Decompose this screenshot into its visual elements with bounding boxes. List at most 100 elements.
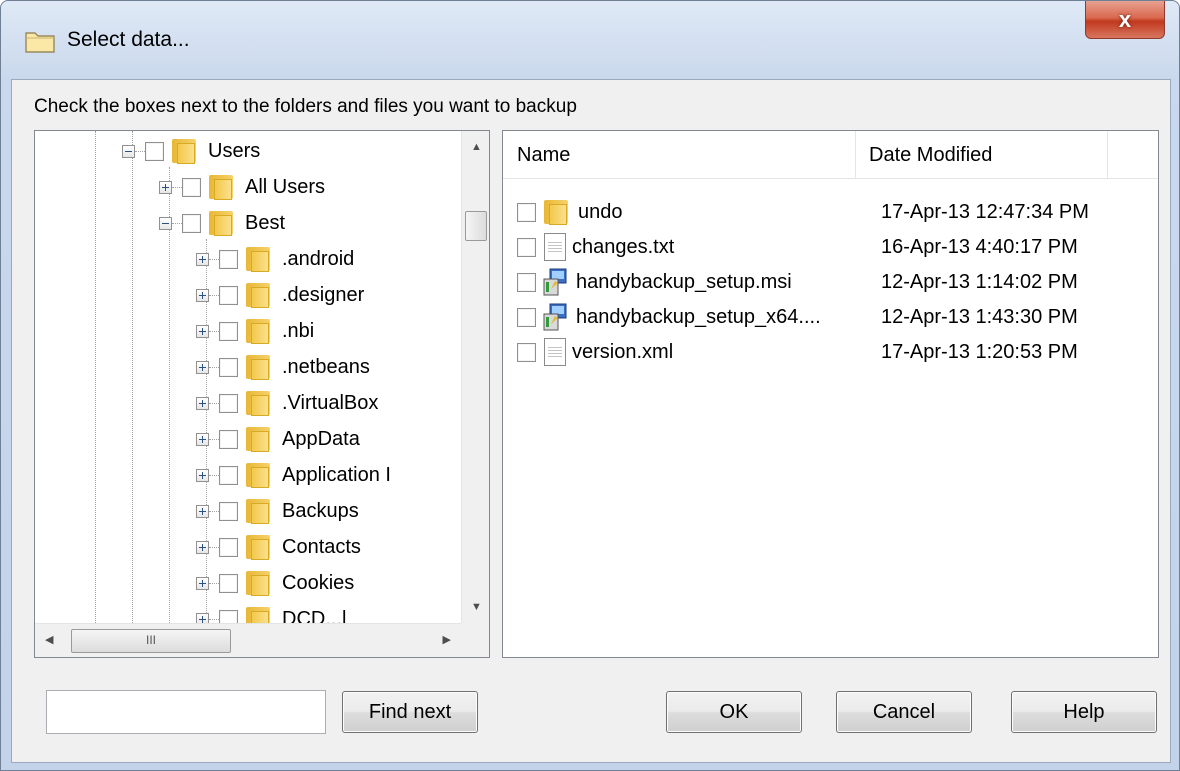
tree-connector: [209, 474, 219, 476]
file-checkbox[interactable]: [517, 202, 536, 222]
file-row[interactable]: undo 17-Apr-13 12:47:34 PM: [517, 195, 1147, 229]
tree-item[interactable]: Cookies: [196, 565, 354, 601]
collapse-icon[interactable]: [122, 144, 135, 158]
column-header-name-label: Name: [517, 143, 571, 166]
tree-item-label: DCD...l: [282, 607, 347, 624]
tree-item-label: .VirtualBox: [282, 391, 379, 414]
tree-item[interactable]: Application I: [196, 457, 391, 493]
tree-item[interactable]: .netbeans: [196, 349, 370, 385]
expand-icon[interactable]: [196, 504, 209, 518]
tree-item-checkbox[interactable]: [219, 321, 238, 341]
file-list[interactable]: Name Date Modified undo 17-Apr-13 12:47:3…: [502, 130, 1159, 658]
tree-item-checkbox[interactable]: [219, 501, 238, 521]
folder-icon: [207, 209, 237, 237]
tree-item-label: AppData: [282, 427, 360, 450]
tree-item-checkbox[interactable]: [182, 177, 201, 197]
folder-icon: [207, 173, 237, 201]
tree-item-checkbox[interactable]: [219, 357, 238, 377]
tree-item-checkbox[interactable]: [219, 393, 238, 413]
tree-item[interactable]: .android: [196, 241, 354, 277]
expand-icon[interactable]: [196, 252, 209, 266]
cancel-label: Cancel: [872, 700, 936, 723]
instruction-text: Check the boxes next to the folders and …: [34, 96, 577, 117]
file-checkbox[interactable]: [517, 272, 536, 292]
folder-icon: [244, 461, 274, 489]
tree-item[interactable]: Backups: [196, 493, 359, 529]
tree-item[interactable]: Best: [159, 205, 285, 241]
tree-horizontal-scrollbar[interactable]: ◀ III ▶: [35, 623, 461, 657]
file-checkbox[interactable]: [517, 342, 536, 362]
expand-icon[interactable]: [196, 612, 209, 623]
tree-connector: [209, 618, 219, 620]
tree-item-checkbox[interactable]: [219, 429, 238, 449]
help-label: Help: [1063, 700, 1105, 723]
expand-icon[interactable]: [196, 288, 209, 302]
title-bar[interactable]: Select data... x: [1, 1, 1179, 81]
scroll-up-arrow-icon[interactable]: ▲: [471, 141, 482, 153]
tree-connector: [209, 366, 219, 368]
dialog-window: Select data... x Check the boxes next to…: [0, 0, 1180, 771]
tree-horizontal-scroll-thumb[interactable]: III: [71, 629, 231, 653]
column-header-name[interactable]: Name: [503, 131, 855, 179]
column-header-date-modified[interactable]: Date Modified: [855, 131, 1107, 179]
folder-tree[interactable]: Users All Users Best .android .designer .nbi.…: [34, 130, 490, 658]
help-button[interactable]: Help: [1011, 691, 1157, 733]
expand-icon[interactable]: [196, 324, 209, 338]
tree-item-checkbox[interactable]: [145, 141, 164, 161]
file-checkbox[interactable]: [517, 237, 536, 257]
folder-icon: [244, 389, 274, 417]
file-list-header: Name Date Modified: [503, 131, 1158, 179]
file-date-modified: 17-Apr-13 1:20:53 PM: [881, 340, 1078, 363]
folder-icon: [244, 281, 274, 309]
find-input[interactable]: [46, 690, 326, 734]
tree-item-checkbox[interactable]: [219, 285, 238, 305]
tree-vertical-scroll-thumb[interactable]: [465, 211, 487, 241]
file-row[interactable]: version.xml 17-Apr-13 1:20:53 PM: [517, 335, 1147, 369]
tree-item-checkbox[interactable]: [219, 537, 238, 557]
file-date-modified: 12-Apr-13 1:43:30 PM: [881, 305, 1078, 328]
file-row[interactable]: changes.txt 16-Apr-13 4:40:17 PM: [517, 230, 1147, 264]
file-row[interactable]: handybackup_setup.msi 12-Apr-13 1:14:02 P…: [517, 265, 1147, 299]
text-file-icon: [544, 233, 566, 261]
ok-button[interactable]: OK: [666, 691, 802, 733]
tree-item[interactable]: .VirtualBox: [196, 385, 378, 421]
tree-connector: [135, 150, 145, 152]
expand-icon[interactable]: [196, 576, 209, 590]
tree-item-checkbox[interactable]: [219, 609, 238, 623]
tree-item-checkbox[interactable]: [219, 465, 238, 485]
tree-item[interactable]: .designer: [196, 277, 364, 313]
tree-guide-line: [132, 131, 133, 623]
scroll-left-arrow-icon[interactable]: ◀: [45, 633, 53, 646]
file-name: handybackup_setup_x64....: [576, 305, 821, 328]
tree-item-checkbox[interactable]: [219, 249, 238, 269]
expand-icon[interactable]: [159, 180, 172, 194]
tree-item[interactable]: Users: [122, 133, 260, 169]
folder-icon: [244, 425, 274, 453]
tree-item[interactable]: AppData: [196, 421, 360, 457]
scroll-down-arrow-icon[interactable]: ▼: [471, 601, 482, 613]
cancel-button[interactable]: Cancel: [836, 691, 972, 733]
file-checkbox[interactable]: [517, 307, 536, 327]
expand-icon[interactable]: [196, 468, 209, 482]
expand-icon[interactable]: [196, 540, 209, 554]
column-divider[interactable]: [1107, 131, 1108, 179]
tree-item[interactable]: DCD...l: [196, 601, 346, 623]
expand-icon[interactable]: [196, 360, 209, 374]
folder-icon: [244, 245, 274, 273]
close-button[interactable]: x: [1085, 1, 1165, 39]
tree-item-label: Application I: [282, 463, 391, 486]
expand-icon[interactable]: [196, 432, 209, 446]
tree-item-label: Backups: [282, 499, 359, 522]
collapse-icon[interactable]: [159, 216, 172, 230]
file-row[interactable]: handybackup_setup_x64.... 12-Apr-13 1:43:…: [517, 300, 1147, 334]
tree-vertical-scrollbar[interactable]: ▲ ▼: [461, 131, 489, 623]
tree-item[interactable]: Contacts: [196, 529, 361, 565]
scroll-right-arrow-icon[interactable]: ▶: [443, 633, 451, 646]
expand-icon[interactable]: [196, 396, 209, 410]
tree-item-checkbox[interactable]: [182, 213, 201, 233]
folder-icon: [244, 533, 274, 561]
tree-item[interactable]: All Users: [159, 169, 325, 205]
tree-item-checkbox[interactable]: [219, 573, 238, 593]
tree-item[interactable]: .nbi: [196, 313, 314, 349]
find-next-button[interactable]: Find next: [342, 691, 478, 733]
